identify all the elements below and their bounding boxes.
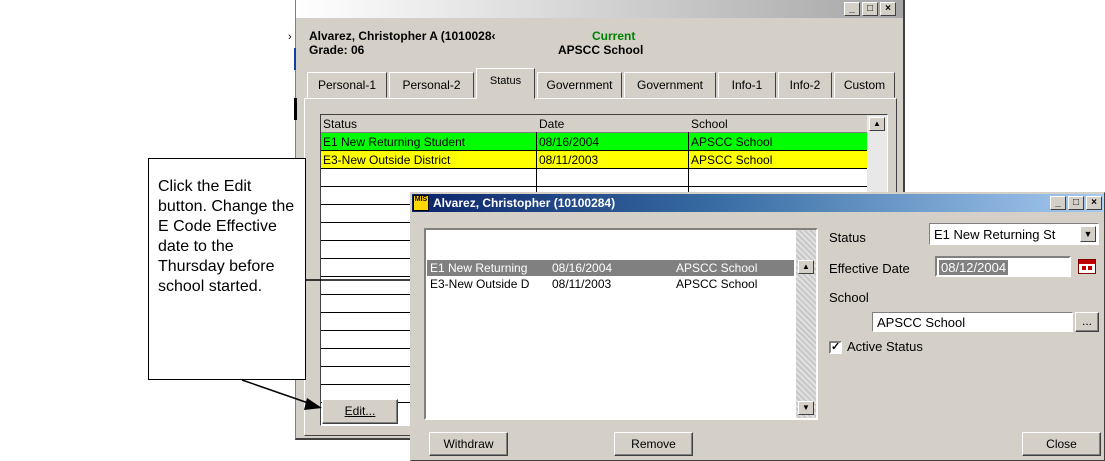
dialog-title: Alvarez, Christopher (10100284)	[433, 196, 616, 210]
chevron-down-icon[interactable]: ▼	[1080, 226, 1096, 242]
withdraw-button[interactable]: Withdraw	[429, 432, 508, 456]
status-listbox[interactable]: E1 New Returning 08/16/2004 APSCC School…	[424, 228, 818, 420]
dialog-window-controls: _ □ ×	[1050, 196, 1102, 210]
scroll-down-icon[interactable]: ▼	[798, 401, 814, 415]
list-item-school: APSCC School	[676, 277, 758, 291]
status-select[interactable]: E1 New Returning St ▼	[929, 223, 1099, 245]
minimize-icon[interactable]: _	[1050, 196, 1066, 210]
list-scrollbar[interactable]	[796, 230, 816, 418]
calendar-icon[interactable]	[1078, 259, 1096, 274]
list-item-school: APSCC School	[676, 261, 758, 275]
remove-label: Remove	[631, 437, 676, 451]
app-icon: MIS	[413, 195, 429, 211]
effective-date-value: 08/12/2004	[939, 260, 1009, 275]
school-label: School	[829, 290, 869, 305]
active-status-label: Active Status	[847, 339, 923, 354]
list-item-name: E1 New Returning	[430, 261, 528, 275]
browse-label: ...	[1081, 314, 1092, 328]
arrow-head-edit	[304, 398, 322, 410]
effective-date-field[interactable]: 08/12/2004	[935, 256, 1071, 277]
active-status-checkbox[interactable]: ✓	[829, 341, 842, 354]
close-icon[interactable]: ×	[1086, 196, 1102, 210]
list-item-date: 08/11/2003	[552, 277, 612, 291]
effective-date-label: Effective Date	[829, 261, 910, 276]
scroll-up-icon[interactable]: ▲	[798, 260, 814, 274]
withdraw-label: Withdraw	[443, 437, 494, 451]
status-label: Status	[829, 230, 866, 245]
status-select-value: E1 New Returning St	[934, 227, 1056, 242]
browse-school-button[interactable]: ...	[1075, 312, 1099, 332]
tab-status[interactable]: Status	[476, 68, 535, 99]
list-item-date: 08/16/2004	[552, 261, 613, 275]
maximize-icon[interactable]: □	[1068, 196, 1084, 210]
list-item-name[interactable]: E3-New Outside D	[430, 276, 529, 292]
close-button[interactable]: Close	[1022, 432, 1101, 456]
checkmark-icon: ✓	[831, 341, 841, 353]
arrow-to-edit	[241, 379, 315, 406]
school-field[interactable]: APSCC School	[872, 312, 1073, 332]
remove-button[interactable]: Remove	[614, 432, 693, 456]
school-field-value: APSCC School	[877, 315, 966, 330]
close-label: Close	[1046, 437, 1077, 451]
